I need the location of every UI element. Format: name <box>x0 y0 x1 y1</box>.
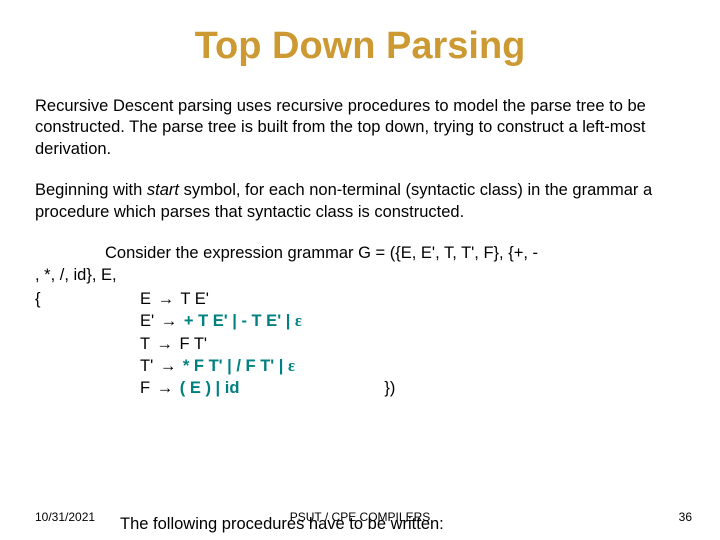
rule-row-1: E' → + T E' | - T E' | ε <box>35 310 685 332</box>
rule-0: E → T E' <box>140 288 209 310</box>
rule-row-3: T' → * F T' | / F T' | ε <box>35 355 685 377</box>
rule-row-2: T → F T' <box>35 333 685 355</box>
grammar-intro-line2: , *, /, id}, E, <box>35 265 685 286</box>
footer-date: 10/31/2021 <box>35 510 95 524</box>
footer-page-number: 36 <box>679 510 692 524</box>
paragraph-1: Recursive Descent parsing uses recursive… <box>35 96 685 160</box>
grammar-rules: { E → T E' E' → + T E' | - T E' | ε T → … <box>35 288 685 399</box>
paragraph-2: Beginning with start symbol, for each no… <box>35 180 685 223</box>
rule-row-4: F → ( E ) | id}) <box>35 377 685 399</box>
para2-a: Beginning with <box>35 181 147 199</box>
rule-3: T' → * F T' | / F T' | ε <box>140 357 295 375</box>
footer-center: PSUT / CPE COMPILERS <box>290 510 430 524</box>
slide-footer: 10/31/2021 PSUT / CPE COMPILERS 36 <box>0 510 720 530</box>
para2-start-word: start <box>147 181 179 199</box>
slide: Top Down Parsing Recursive Descent parsi… <box>0 0 720 540</box>
rule-1: E' → + T E' | - T E' | ε <box>140 312 302 330</box>
slide-title: Top Down Parsing <box>35 25 685 68</box>
rule-row-0: { E → T E' <box>35 288 685 310</box>
rule-4: F → ( E ) | id}) <box>140 379 395 397</box>
grammar-intro-line1: Consider the expression grammar G = ({E,… <box>35 243 538 264</box>
grammar-intro: Consider the expression grammar G = ({E,… <box>35 243 685 286</box>
open-brace: { <box>35 288 140 310</box>
rule-2: T → F T' <box>140 335 207 353</box>
